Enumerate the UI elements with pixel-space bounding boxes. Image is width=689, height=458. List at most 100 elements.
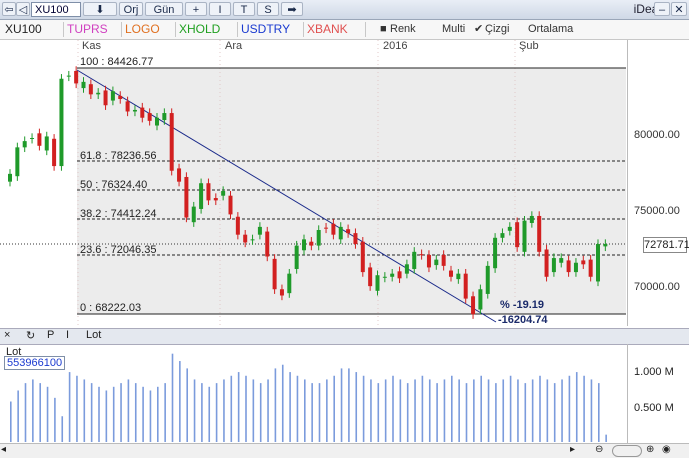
candle-body [132, 109, 137, 112]
close-panel-icon[interactable]: × [4, 329, 10, 341]
candle-body [500, 233, 505, 238]
volume-bar [311, 383, 313, 442]
volume-bar [568, 375, 571, 442]
volume-bar [480, 375, 482, 442]
volume-bar [355, 372, 358, 442]
candle-body [265, 231, 270, 257]
candle-body [559, 258, 564, 263]
tool-button[interactable]: T [233, 2, 255, 16]
tab-tuprs[interactable]: TUPRS [64, 22, 122, 37]
volume-bar [90, 383, 93, 442]
candle-body [8, 173, 12, 182]
volume-bar [436, 383, 438, 442]
volume-bar [399, 379, 402, 442]
tab-xu100[interactable]: XU100 [2, 22, 64, 37]
volume-bar [524, 383, 527, 442]
tab-logo[interactable]: LOGO [122, 22, 176, 37]
candle-body [59, 78, 64, 167]
volume-bar [120, 383, 122, 442]
volume-bar [61, 416, 64, 442]
scroll-left-icon[interactable]: ◂ [1, 444, 6, 455]
candle-body [522, 220, 527, 252]
pin-icon[interactable]: ⇦ [2, 2, 16, 16]
volume-bar [215, 383, 218, 442]
candle-body [316, 230, 321, 246]
volume-bar [546, 379, 549, 442]
add-button[interactable]: + [185, 2, 207, 16]
multi-toggle[interactable]: Multi [442, 22, 465, 37]
system-button[interactable]: S [257, 2, 279, 16]
close-icon[interactable]: ✕ [671, 2, 687, 16]
zoom-slider[interactable] [612, 445, 642, 457]
i-button[interactable]: I [66, 329, 69, 341]
candle-body [596, 244, 600, 282]
volume-bar [193, 379, 196, 442]
candle-body [294, 245, 299, 269]
minimize-icon[interactable]: – [654, 2, 670, 16]
tab-xbank[interactable]: XBANK [304, 22, 366, 37]
volume-bar [237, 372, 240, 442]
tab-usdtry[interactable]: USDTRY [238, 22, 304, 37]
candle-body [360, 241, 365, 273]
orj-button[interactable]: Orj [119, 2, 143, 16]
candle-body [463, 273, 468, 299]
volume-bar [553, 383, 556, 442]
volume-bar [605, 434, 607, 442]
candle-body [324, 227, 329, 229]
checkmark-icon: ✔ [474, 23, 484, 35]
volume-bar [502, 379, 505, 442]
candle-body [228, 195, 233, 215]
candle-body [66, 75, 71, 77]
candle-body [257, 226, 262, 235]
volume-panel[interactable]: Lot 553966100 [0, 344, 626, 444]
volume-bar [127, 379, 130, 442]
volume-bar [259, 383, 262, 442]
volume-bar [112, 386, 115, 442]
volume-bar [164, 383, 166, 442]
trend-difference: -16204.74 [498, 314, 548, 326]
candle-body [375, 275, 380, 291]
renk-toggle[interactable]: Renk [390, 22, 416, 37]
tab-xhold[interactable]: XHOLD [176, 22, 238, 37]
p-button[interactable]: P [47, 329, 54, 341]
volume-bar [539, 375, 541, 442]
volume-bar [186, 368, 188, 442]
candle-body [235, 216, 240, 235]
candle-body [412, 251, 417, 269]
candle-body [287, 273, 292, 294]
scroll-right-icon[interactable]: ▸ [570, 444, 575, 455]
volume-bar [362, 375, 365, 442]
download-icon[interactable]: ⬇ [83, 2, 117, 16]
trend-line[interactable] [76, 69, 497, 323]
period-button[interactable]: Gün [145, 2, 183, 16]
color-square-icon: ■ [380, 23, 387, 35]
zoom-fit-icon[interactable]: ◉ [662, 444, 671, 455]
zoom-in-icon[interactable]: ⊕ [646, 444, 654, 455]
candle-body [302, 239, 306, 251]
volume-bar [230, 375, 233, 442]
volume-bar [289, 372, 291, 442]
indicator-button[interactable]: I [209, 2, 231, 16]
volume-chart [10, 353, 607, 442]
refresh-icon[interactable]: ↻ [26, 329, 35, 342]
price-tick: 80000.00 [634, 129, 680, 141]
candle-body [81, 81, 86, 89]
candle-body [206, 183, 211, 201]
ortalama-toggle[interactable]: Ortalama [528, 22, 573, 37]
fib-label-618: 61.8 : 78236.56 [80, 150, 157, 162]
back-icon[interactable]: ◁ [16, 2, 30, 16]
candle-body [338, 226, 343, 240]
scroll-bar: ◂ ▸ ⊖ ⊕ ◉ [0, 443, 689, 458]
candle-body [22, 141, 27, 148]
forward-icon[interactable]: ➡ [281, 2, 303, 16]
volume-bar [598, 383, 600, 442]
candle-body [272, 258, 277, 290]
candle-body [309, 241, 314, 246]
zoom-out-icon[interactable]: ⊖ [595, 444, 603, 455]
volume-bar [171, 353, 174, 442]
symbol-input[interactable]: XU100 [31, 2, 81, 17]
volume-tick: 1.000 M [634, 366, 674, 378]
cizgi-toggle[interactable]: Çizgi [485, 22, 509, 37]
volume-bar [208, 386, 211, 442]
volume-bar [348, 368, 350, 442]
